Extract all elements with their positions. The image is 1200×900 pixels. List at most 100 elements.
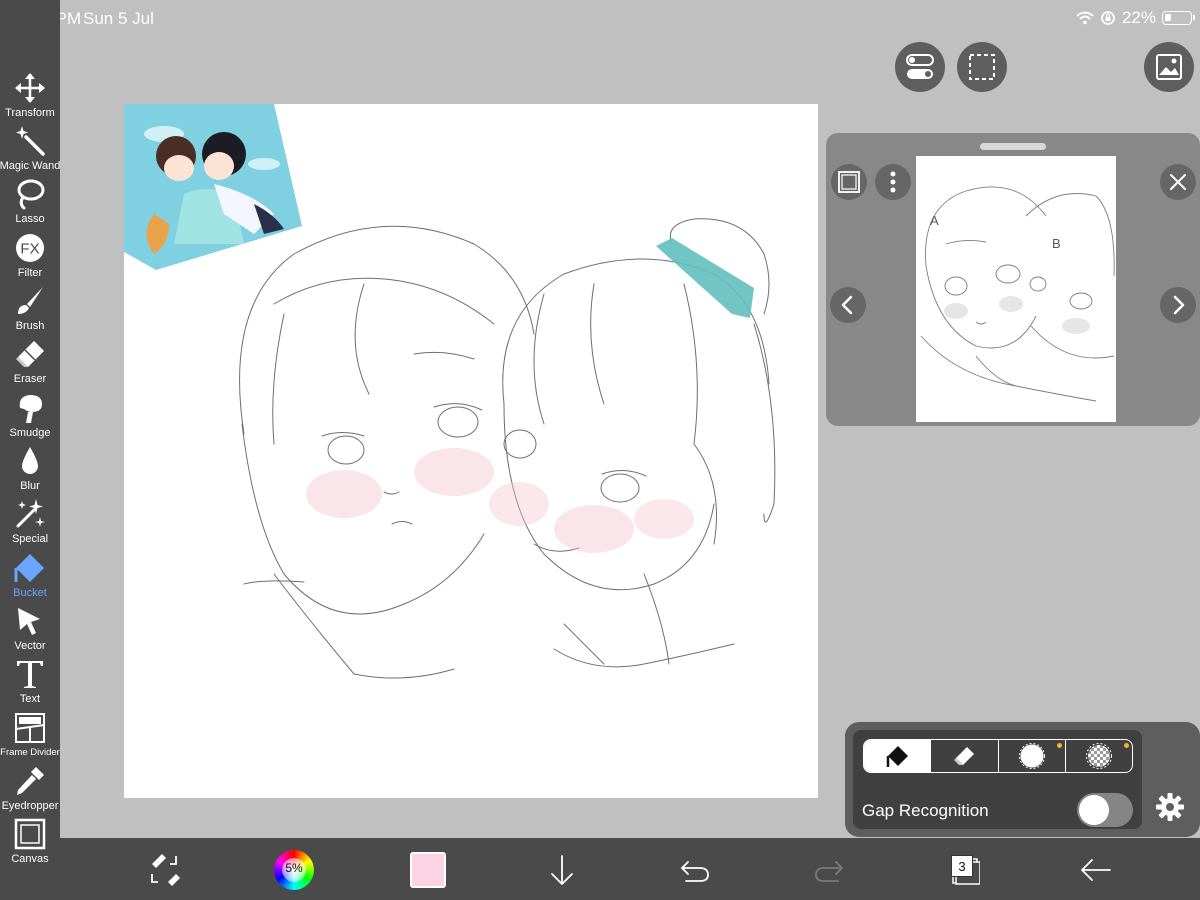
chevron-right-icon xyxy=(1173,295,1185,315)
tool-special[interactable]: Special xyxy=(0,498,60,551)
tool-label: Transform xyxy=(5,107,55,119)
layer-count: 3 xyxy=(951,855,973,877)
reference-fit-button[interactable] xyxy=(831,164,867,200)
tool-eyedropper[interactable]: Eyedropper xyxy=(0,765,60,818)
svg-text:FX: FX xyxy=(20,241,39,258)
bucket-mode-segmented-control xyxy=(863,739,1133,773)
bucket-mode-layer[interactable] xyxy=(999,740,1066,772)
eraser-icon xyxy=(16,341,44,367)
tool-label: Smudge xyxy=(9,427,51,439)
tool-filter[interactable]: FX Filter xyxy=(0,232,60,285)
bucket-fill-icon xyxy=(886,746,909,767)
gap-recognition-label: Gap Recognition xyxy=(862,801,989,820)
fx-icon: FX xyxy=(16,234,44,262)
tool-label: Bucket xyxy=(13,587,47,599)
status-indicators: 22% xyxy=(1076,8,1195,28)
tool-vector[interactable]: Vector xyxy=(0,605,60,658)
reference-menu-button[interactable] xyxy=(875,164,911,200)
back-button[interactable] xyxy=(1078,838,1114,900)
reference-window: A B xyxy=(826,133,1200,426)
tool-transform[interactable]: Transform xyxy=(0,72,60,125)
redo-button[interactable] xyxy=(812,838,846,900)
chevron-left-icon xyxy=(841,295,853,315)
tool-label: Frame Divider xyxy=(0,747,60,758)
gear-icon[interactable] xyxy=(1154,791,1186,823)
reference-next-button[interactable] xyxy=(1160,287,1196,323)
blur-drop-icon xyxy=(22,447,38,474)
vector-arrow-icon xyxy=(18,608,40,635)
arrow-down-icon xyxy=(551,855,573,885)
tool-label: Canvas xyxy=(11,853,49,865)
tool-label: Special xyxy=(11,533,49,545)
transparent-checker-icon xyxy=(1085,743,1112,769)
bucket-mode-erase[interactable] xyxy=(931,740,999,772)
reference-window-button[interactable] xyxy=(1144,42,1194,92)
tool-bucket[interactable]: Bucket xyxy=(0,552,60,605)
close-icon xyxy=(1170,174,1186,190)
indicator-dot xyxy=(1124,743,1129,748)
more-vertical-icon xyxy=(890,171,896,193)
tool-label: Brush xyxy=(15,320,45,332)
orientation-lock-icon xyxy=(1101,11,1115,25)
current-color-swatch[interactable] xyxy=(410,852,446,888)
layer-circle-icon xyxy=(1018,743,1045,769)
tool-label: Lasso xyxy=(15,213,45,225)
toggle-knob xyxy=(1079,795,1109,825)
undo-button[interactable] xyxy=(678,838,712,900)
magic-wand-icon xyxy=(16,126,45,156)
image-icon xyxy=(1156,54,1182,80)
frame-divider-icon xyxy=(15,713,45,743)
layer-toggle-button[interactable] xyxy=(895,42,945,92)
square-frame-icon xyxy=(838,171,860,193)
canvas-icon xyxy=(14,818,46,850)
selection-button[interactable] xyxy=(957,42,1007,92)
transform-icon xyxy=(15,73,45,103)
bucket-icon xyxy=(14,554,44,582)
wifi-icon xyxy=(1076,11,1094,25)
brush-icon xyxy=(18,287,43,314)
bucket-mode-canvas[interactable] xyxy=(1066,740,1132,772)
tool-label: Eraser xyxy=(13,373,47,385)
quick-tool-switch-button[interactable] xyxy=(144,838,184,900)
brush-size-percent: 5% xyxy=(285,861,303,875)
tool-label: Text xyxy=(19,693,41,705)
arrow-left-icon xyxy=(1081,859,1111,881)
battery-icon xyxy=(1162,11,1195,25)
status-date: Sun 5 Jul xyxy=(83,9,154,28)
gap-recognition-toggle[interactable] xyxy=(1077,793,1133,827)
status-bar: 12:41 PM Sun 5 Jul 22% xyxy=(0,0,1200,36)
tool-frame-divider[interactable]: Frame Divider xyxy=(0,712,60,765)
lasso-icon xyxy=(17,179,45,210)
eyedropper-icon xyxy=(17,767,44,795)
dashed-selection-icon xyxy=(969,54,995,80)
redo-icon xyxy=(815,861,843,882)
tool-label: Magic Wand xyxy=(0,160,61,172)
toggle-switches-icon xyxy=(906,54,934,79)
panel-drag-handle[interactable] xyxy=(980,143,1046,150)
tool-blur[interactable]: Blur xyxy=(0,445,60,498)
tool-magic-wand[interactable]: Magic Wand xyxy=(0,125,60,178)
tool-label: Blur xyxy=(20,480,40,492)
tool-canvas[interactable]: Canvas xyxy=(0,818,60,871)
tool-lasso[interactable]: Lasso xyxy=(0,178,60,231)
tool-smudge[interactable]: Smudge xyxy=(0,392,60,445)
tool-label: Eyedropper xyxy=(1,800,59,812)
tool-text[interactable]: Text xyxy=(0,658,60,711)
tool-label: Filter xyxy=(17,267,43,279)
brush-size-color-wheel-button[interactable]: 5% xyxy=(274,850,314,890)
tool-eraser[interactable]: Eraser xyxy=(0,338,60,391)
tool-brush[interactable]: Brush xyxy=(0,285,60,338)
reference-sticker-image xyxy=(124,104,302,270)
bucket-mode-fill[interactable] xyxy=(864,740,932,772)
move-down-button[interactable] xyxy=(546,838,578,900)
tool-sidebar: Transform Magic Wand Lasso FX Filter Bru… xyxy=(0,0,60,900)
bottom-toolbar: 5% 3 xyxy=(60,838,1200,900)
indicator-dot xyxy=(1056,743,1062,748)
bucket-options-panel: Gap Recognition xyxy=(845,722,1200,837)
reference-prev-button[interactable] xyxy=(830,287,866,323)
brush-eraser-swap-icon xyxy=(151,854,180,886)
reference-image[interactable]: A B xyxy=(916,156,1116,422)
tool-label: Vector xyxy=(14,640,46,652)
undo-icon xyxy=(681,861,709,882)
reference-close-button[interactable] xyxy=(1160,164,1196,200)
